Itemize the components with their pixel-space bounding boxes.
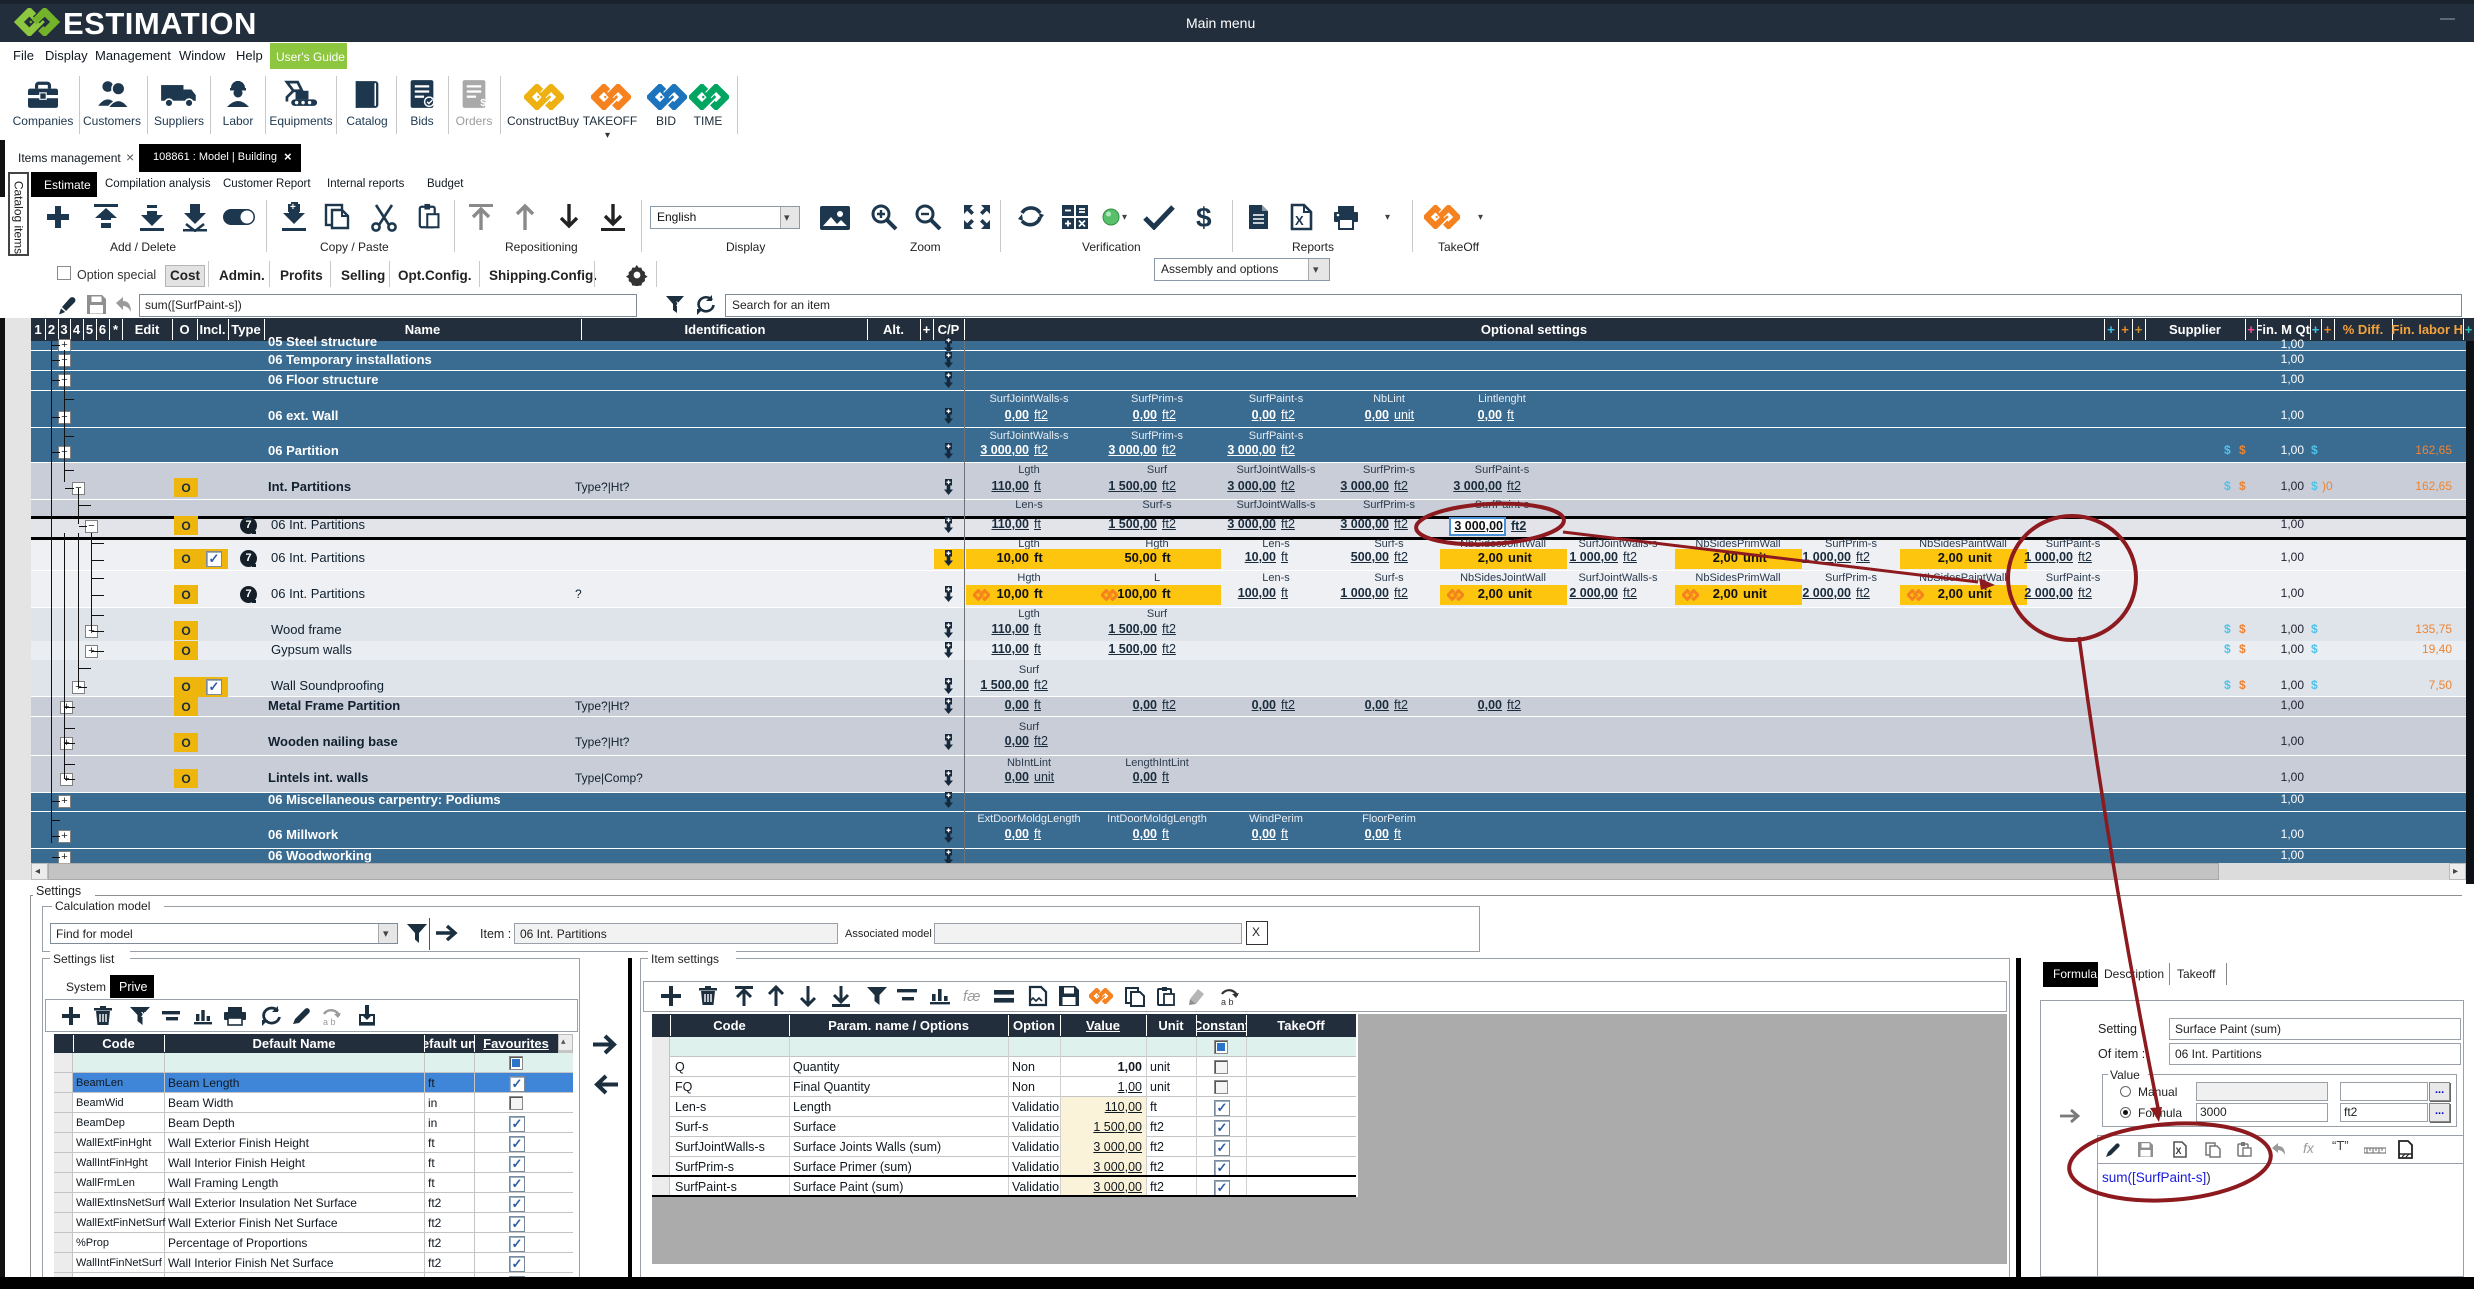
svg-text:$: $ (1196, 202, 1212, 232)
svg-text:fæ: fæ (963, 988, 981, 1005)
svg-text:x: x (676, 299, 681, 308)
svg-text:X: X (2176, 1146, 2182, 1156)
svg-text:X: X (1295, 213, 1304, 228)
svg-text:a b: a b (1221, 997, 1234, 1007)
svg-text:+: + (290, 202, 296, 213)
svg-text:$: $ (480, 98, 486, 109)
svg-text:a b: a b (323, 1017, 336, 1027)
svg-text:x: x (141, 1009, 146, 1019)
